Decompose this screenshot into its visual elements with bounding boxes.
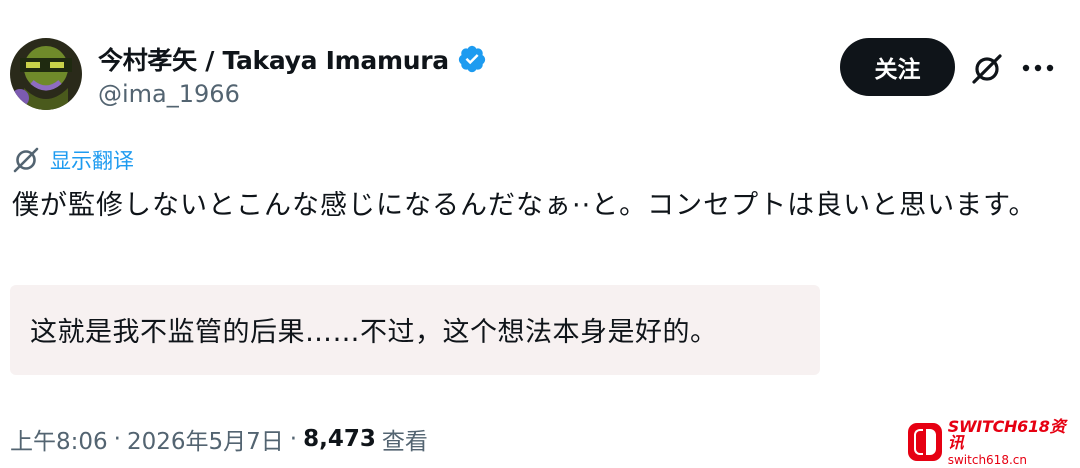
switch-logo-icon — [908, 423, 942, 461]
avatar-image — [10, 38, 82, 110]
views-count: 8,473 — [303, 426, 376, 452]
show-translation-label: 显示翻译 — [50, 149, 134, 173]
post-date[interactable]: 2026年5月7日 — [127, 422, 284, 456]
views-label: 查看 — [381, 429, 428, 455]
grok-icon — [972, 54, 1002, 84]
author-name-line: 今村孝矢 / Takaya Imamura — [98, 42, 487, 76]
follow-button[interactable]: 关注 — [840, 38, 955, 96]
post-time[interactable]: 上午8:06 — [10, 422, 108, 456]
more-dots-icon — [1022, 64, 1054, 72]
post-meta: 上午8:06 · 2026年5月7日 · 8,473 查看 — [10, 423, 428, 455]
show-translation-link[interactable]: 显示翻译 — [12, 145, 134, 175]
more-options-button[interactable] — [1018, 50, 1058, 86]
avatar[interactable] — [10, 38, 82, 110]
meta-separator: · — [113, 426, 121, 452]
translation-text: 这就是我不监管的后果……不过，这个想法本身是好的。 — [30, 317, 718, 348]
author-handle[interactable]: @ima_1966 — [98, 80, 240, 108]
watermark: SWITCH618资讯 switch618.cn — [908, 416, 1080, 467]
watermark-subtitle: switch618.cn — [947, 452, 1027, 467]
meta-separator: · — [289, 426, 298, 452]
grok-icon — [13, 147, 39, 173]
translation-box: 这就是我不监管的后果……不过，这个想法本身是好的。 — [10, 285, 820, 375]
watermark-title: SWITCH618资讯 — [947, 416, 1066, 452]
verified-badge-icon — [458, 45, 485, 73]
author-display-name[interactable]: 今村孝矢 / Takaya Imamura — [98, 41, 449, 77]
grok-button[interactable] — [968, 50, 1006, 88]
post-text: 僕が監修しないとこんな感じになるんだなぁ··と。コンセプトは良いと思います。 — [12, 190, 1037, 221]
